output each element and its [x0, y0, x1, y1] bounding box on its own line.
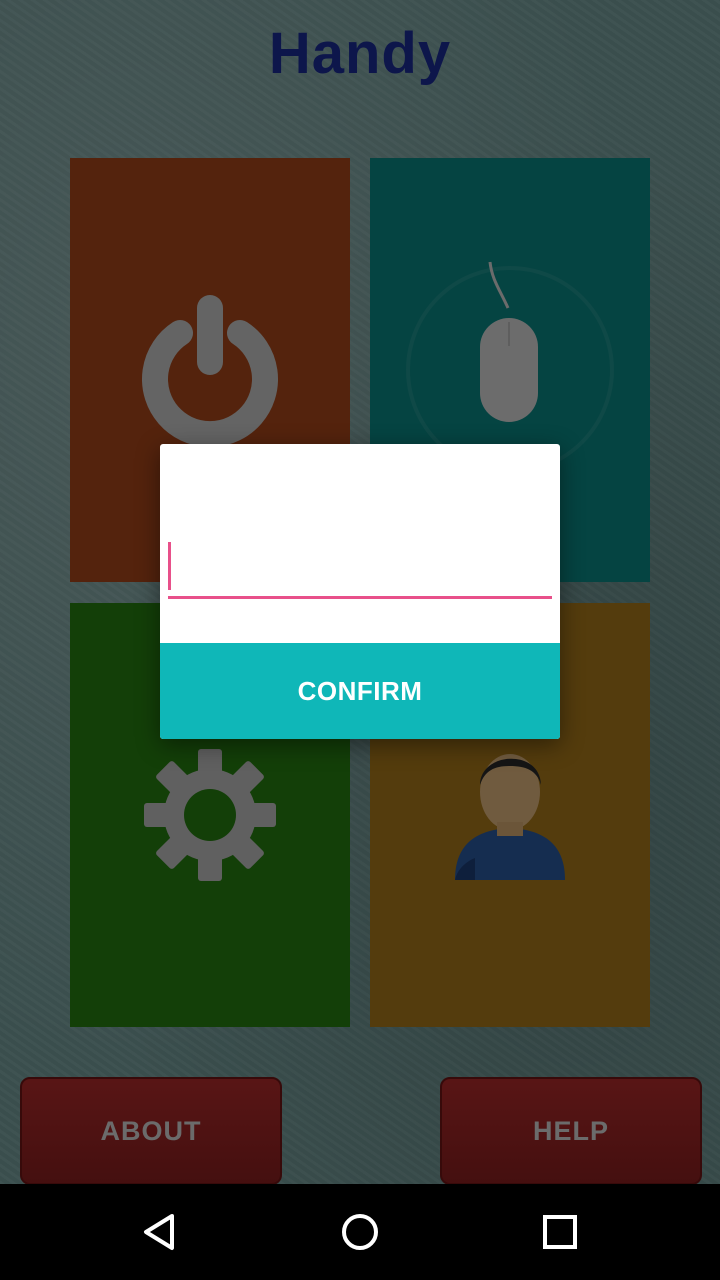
system-navigation-bar: [0, 1184, 720, 1280]
back-triangle-icon: [144, 1214, 174, 1250]
nav-home-button[interactable]: [336, 1208, 384, 1256]
home-circle-icon: [342, 1214, 378, 1250]
text-cursor: [168, 542, 171, 590]
nav-back-button[interactable]: [136, 1208, 184, 1256]
confirm-button[interactable]: CONFIRM: [160, 643, 560, 739]
input-underline: [168, 596, 552, 599]
nav-recent-button[interactable]: [536, 1208, 584, 1256]
input-dialog: CONFIRM: [160, 444, 560, 739]
recent-square-icon: [543, 1215, 577, 1249]
dialog-input-wrapper: [168, 540, 552, 600]
dialog-text-input[interactable]: [168, 540, 552, 596]
